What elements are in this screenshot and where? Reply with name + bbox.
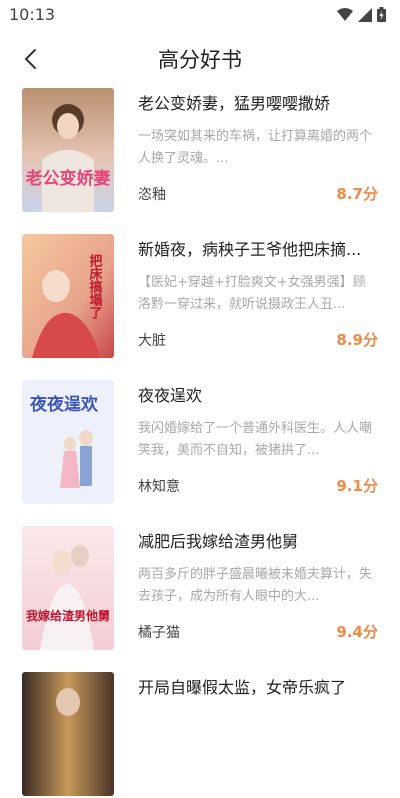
book-item[interactable]: 老公变娇妻 老公变娇妻，猛男嘤嘤撒娇 一场突如其来的车祸，让打算离婚的两个人换了… (0, 88, 400, 214)
book-author: 林知意 (138, 479, 180, 495)
status-bar: 10:13 (0, 0, 400, 30)
book-item[interactable]: 把床搞塌了 新婚夜，病秧子王爷他把床摘... 【医妃+穿越+打脸爽文+女强男强】… (0, 234, 400, 360)
book-item[interactable]: 我嫁给渣男他舅 减肥后我嫁给渣男他舅 两百多斤的胖子盛晨曦被未婚夫算计，失去孩子… (0, 526, 400, 652)
book-item[interactable]: 夜夜逞欢 夜夜逞欢 我闪婚嫁给了一个普通外科医生。人人嘲笑我，美而不自知，被猪拱… (0, 380, 400, 506)
book-score: 9.4分 (336, 623, 378, 641)
book-title: 开局自曝假太监，女帝乐疯了 (138, 678, 347, 697)
book-author: 橘子猫 (138, 625, 180, 641)
status-icons (337, 7, 386, 22)
app-bar: 高分好书 (0, 36, 400, 80)
book-author: 大脏 (138, 333, 166, 349)
book-score: 8.9分 (336, 331, 378, 349)
book-author: 恣釉 (138, 187, 166, 203)
signal-icon (358, 7, 372, 22)
book-cover: 我嫁给渣男他舅 (22, 526, 114, 650)
cover-title: 把床搞塌了 (87, 253, 103, 320)
book-score: 8.7分 (336, 185, 378, 203)
battery-icon (377, 7, 386, 22)
book-cover: 把床搞塌了 (22, 234, 114, 358)
book-title: 新婚夜，病秧子王爷他把床摘... (138, 240, 362, 259)
cover-title: 夜夜逞欢 (29, 394, 99, 415)
cover-title: 老公变娇妻 (25, 168, 111, 189)
book-description: 一场突如其来的车祸，让打算离婚的两个人换了灵魂。... (138, 129, 373, 166)
status-time: 10:13 (9, 5, 56, 24)
book-score: 9.1分 (336, 477, 378, 495)
book-description: 我闪婚嫁给了一个普通外科医生。人人嘲笑我，美而不自知，被猪拱了... (138, 421, 373, 458)
book-description: 【医妃+穿越+打脸爽文+女强男强】顾洛黔一穿过来，就听说摄政王人丑... (138, 275, 366, 312)
page-title: 高分好书 (158, 48, 242, 72)
book-cover: 老公变娇妻 (22, 88, 114, 212)
book-title: 夜夜逞欢 (138, 386, 203, 405)
book-cover (22, 672, 114, 796)
cover-title: 我嫁给渣男他舅 (26, 608, 110, 623)
book-description: 两百多斤的胖子盛晨曦被未婚夫算计，失去孩子，成为所有人眼中的大... (138, 567, 373, 604)
book-title: 减肥后我嫁给渣男他舅 (138, 532, 299, 551)
book-item[interactable]: 开局自曝假太监，女帝乐疯了 (0, 672, 400, 798)
wifi-icon (337, 7, 353, 21)
book-title: 老公变娇妻，猛男嘤嘤撒娇 (138, 94, 331, 113)
book-cover: 夜夜逞欢 (22, 380, 114, 504)
